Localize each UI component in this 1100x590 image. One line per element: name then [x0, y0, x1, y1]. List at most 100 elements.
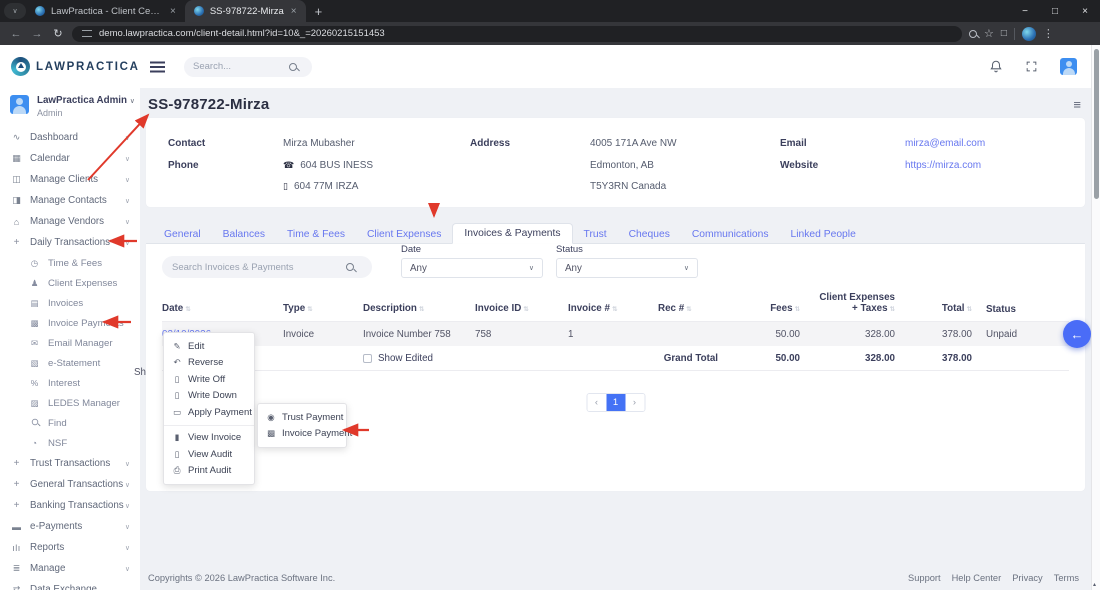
sidebar-item-manage-clients[interactable]: ◫ Manage Clients ∨ — [0, 169, 140, 190]
page-scrollbar[interactable]: ▴ — [1091, 45, 1100, 590]
menu-item-write-off[interactable]: ▯ Write Off — [164, 371, 254, 388]
menu-item-view-invoice[interactable]: ▮ View Invoice — [164, 430, 254, 447]
show-edited-checkbox[interactable] — [363, 353, 372, 363]
extensions-icon[interactable]: □ — [1001, 28, 1007, 39]
show-edited-control[interactable]: Show Edited — [363, 353, 475, 364]
search-icon[interactable] — [346, 263, 354, 271]
footer-link-privacy[interactable]: Privacy — [1012, 573, 1042, 583]
tab-linked-people[interactable]: Linked People — [780, 225, 867, 244]
tab-invoices-payments[interactable]: Invoices & Payments — [452, 223, 573, 244]
maximize-button[interactable]: □ — [1040, 6, 1070, 17]
sidebar-item-label: LEDES Manager — [48, 397, 120, 409]
sidebar-item-banking-transactions[interactable]: + Banking Transactions ∨ — [0, 495, 140, 516]
pagination-prev-button[interactable]: ‹ — [587, 394, 606, 411]
sidebar-item-data-exchange[interactable]: ⇄ Data Exchange — [0, 579, 140, 590]
sidebar-item-e-payments[interactable]: ▬ e-Payments ∨ — [0, 516, 140, 537]
footer-link-support[interactable]: Support — [908, 573, 941, 583]
user-avatar[interactable] — [1060, 58, 1077, 75]
sidebar-item-calendar[interactable]: ▦ Calendar ∨ — [0, 148, 140, 169]
tab-search-button[interactable]: ∨ — [4, 3, 26, 19]
close-window-button[interactable]: × — [1070, 6, 1100, 17]
tab-balances[interactable]: Balances — [212, 225, 276, 244]
email-link[interactable]: mirza@email.com — [905, 138, 985, 149]
tab-communications[interactable]: Communications — [681, 225, 780, 244]
scrollbar-arrow-icon[interactable]: ▴ — [1093, 581, 1096, 588]
browser-tab-client-centre[interactable]: LawPractica - Client Centre × — [26, 0, 185, 22]
sidebar-item-manage-contacts[interactable]: ◨ Manage Contacts ∨ — [0, 190, 140, 211]
global-search-input[interactable] — [193, 61, 283, 72]
menu-item-print-audit[interactable]: ⎙ Print Audit — [164, 463, 254, 480]
tab-general[interactable]: General — [153, 225, 212, 244]
footer-link-help-center[interactable]: Help Center — [952, 573, 1002, 583]
chevron-down-icon[interactable]: ∨ — [130, 98, 135, 105]
sidebar-item-ledes-manager[interactable]: ▨ LEDES Manager — [0, 393, 140, 413]
zoom-icon[interactable] — [969, 29, 977, 38]
sidebar-item-time-fees[interactable]: ◷ Time & Fees — [0, 253, 140, 273]
invoice-row[interactable]: 02/10/2026∨ Invoice Invoice Number 758 7… — [162, 322, 1069, 346]
sidebar-item-trust-transactions[interactable]: + Trust Transactions ∨ — [0, 453, 140, 474]
address-bar[interactable]: demo.lawpractica.com/client-detail.html?… — [72, 25, 962, 42]
sidebar-item-dashboard[interactable]: ∿ Dashboard ∨ — [0, 127, 140, 148]
sidebar-toggle-icon[interactable] — [150, 65, 165, 68]
sidebar-item-find[interactable]: Find — [0, 413, 140, 433]
tab-trust[interactable]: Trust — [573, 225, 618, 244]
new-tab-button[interactable]: + — [315, 4, 323, 19]
sidebar-item-e-statement[interactable]: ▧ e-Statement — [0, 353, 140, 373]
sidebar-user-card[interactable]: LawPractica Admin ∨ Admin — [0, 88, 140, 127]
sidebar-item-manage[interactable]: ≣ Manage ∨ — [0, 558, 140, 579]
notifications-bell-icon[interactable] — [989, 59, 1003, 74]
search-icon[interactable] — [289, 62, 297, 71]
sidebar-item-nsf[interactable]: ◔ NSF — [0, 433, 140, 453]
left-arrow-icon: ← — [1070, 326, 1084, 342]
sidebar-item-manage-vendors[interactable]: ⌂ Manage Vendors ∨ — [0, 211, 140, 232]
bookmark-star-icon[interactable]: ☆ — [984, 27, 994, 40]
page-menu-icon[interactable]: ≡ — [1073, 97, 1081, 112]
pagination-page-1[interactable]: 1 — [606, 394, 625, 411]
close-tab-icon[interactable]: × — [170, 6, 176, 17]
sidebar-item-daily-transactions[interactable]: + Daily Transactions ∨ — [0, 232, 140, 253]
collapse-panel-button[interactable]: ← — [1063, 320, 1091, 348]
sidebar-item-invoices[interactable]: ▤ Invoices — [0, 293, 140, 313]
invoices-search-input[interactable] — [172, 261, 340, 273]
close-tab-icon[interactable]: × — [291, 6, 297, 17]
menu-item-view-audit[interactable]: ▯ View Audit — [164, 446, 254, 463]
sidebar-item-general-transactions[interactable]: + General Transactions ∨ — [0, 474, 140, 495]
browser-tab-client-detail[interactable]: SS-978722-Mirza × — [184, 0, 306, 22]
website-link[interactable]: https://mirza.com — [905, 160, 981, 171]
tab-time-fees[interactable]: Time & Fees — [276, 225, 356, 244]
status-filter-select[interactable]: Any ∨ — [556, 258, 698, 278]
sort-icon[interactable]: ⇅ — [612, 306, 617, 313]
scrollbar-thumb[interactable] — [1093, 49, 1099, 199]
pagination-next-button[interactable]: › — [625, 394, 644, 411]
menu-item-apply-payment[interactable]: ▭Apply Payment› — [164, 404, 261, 421]
sort-icon[interactable]: ⇅ — [523, 306, 528, 313]
menu-item-reverse[interactable]: ↶ Reverse — [164, 355, 254, 372]
submenu-item-invoice-payment[interactable]: ▩ Invoice Payment — [258, 426, 352, 443]
forward-button[interactable]: → — [30, 28, 44, 40]
sidebar-item-invoice-payments[interactable]: ▩ Invoice Payments — [0, 313, 140, 333]
tab-cheques[interactable]: Cheques — [618, 225, 681, 244]
sort-icon[interactable]: ⇅ — [686, 306, 691, 313]
fullscreen-icon[interactable] — [1025, 60, 1038, 73]
sort-icon[interactable]: ⇅ — [185, 306, 190, 313]
sidebar-item-reports[interactable]: ılı Reports ∨ — [0, 537, 140, 558]
profile-avatar[interactable] — [1021, 26, 1036, 41]
footer-link-terms[interactable]: Terms — [1054, 573, 1079, 583]
minimize-button[interactable]: − — [1010, 6, 1040, 17]
menu-item-write-down[interactable]: ▯ Write Down — [164, 388, 254, 405]
sort-icon[interactable]: ⇅ — [307, 306, 312, 313]
reload-button[interactable]: ↻ — [51, 27, 65, 40]
sidebar-item-client-expenses[interactable]: ♟ Client Expenses — [0, 273, 140, 293]
menu-item-edit[interactable]: ✎ Edit — [164, 338, 254, 355]
sidebar-item-interest[interactable]: % Interest — [0, 373, 140, 393]
sidebar-item-label: Invoice Payments — [48, 317, 124, 329]
site-info-icon[interactable] — [82, 30, 92, 37]
date-filter-select[interactable]: Any ∨ — [401, 258, 543, 278]
kebab-menu-icon[interactable]: ⋮ — [1043, 27, 1054, 40]
back-button[interactable]: ← — [9, 28, 23, 40]
submenu-item-trust-payment[interactable]: ◉ Trust Payment — [258, 409, 346, 426]
sort-icon[interactable]: ⇅ — [419, 306, 424, 313]
sidebar-item-email-manager[interactable]: ✉ Email Manager — [0, 333, 140, 353]
tab-client-expenses[interactable]: Client Expenses — [356, 225, 452, 244]
browser-toolbar: ← → ↻ demo.lawpractica.com/client-detail… — [0, 22, 1100, 45]
